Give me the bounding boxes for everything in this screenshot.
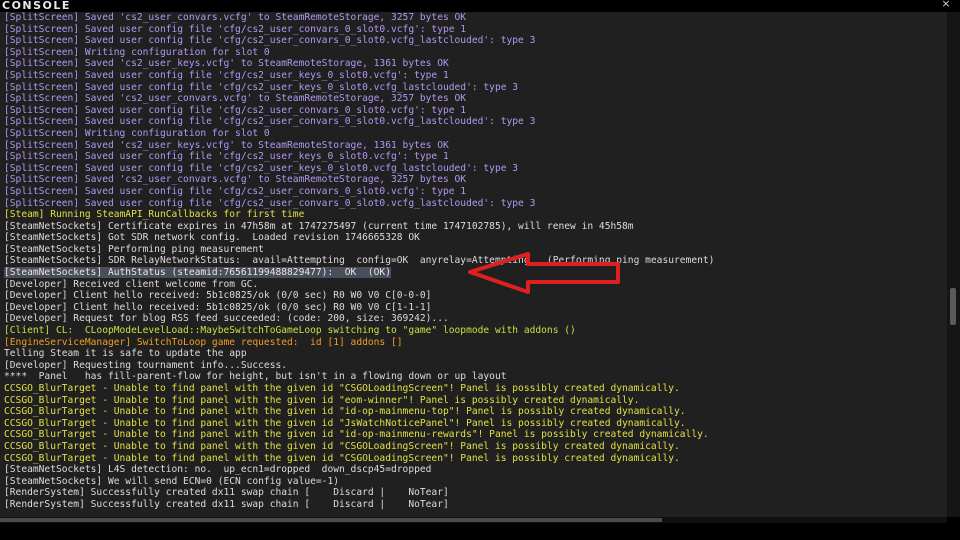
console-line: CCSGO_BlurTarget - Unable to find panel … xyxy=(4,383,680,394)
console-line: [SteamNetSockets] AuthStatus (steamid:76… xyxy=(4,267,947,279)
console-line: [SplitScreen] Saved user config file 'cf… xyxy=(4,185,467,197)
console-line: [SplitScreen] Saved user config file 'cf… xyxy=(4,81,519,93)
console-titlebar: CONSOLE × xyxy=(0,0,960,12)
console-line: [SplitScreen] Saved 'cs2_user_convars.vc… xyxy=(4,12,467,23)
console-line: [SplitScreen] Saved user config file 'cf… xyxy=(4,104,467,116)
console-line: CCSGO_BlurTarget - Unable to find panel … xyxy=(4,452,680,464)
console-line: [SplitScreen] Writing configuration for … xyxy=(4,46,270,58)
console-output[interactable]: [SplitScreen] Saved 'cs2_user_convars.vc… xyxy=(0,12,947,517)
console-line: [SteamNetSockets] Certificate expires in… xyxy=(4,220,634,232)
console-line: CCSGO_BlurTarget - Unable to find panel … xyxy=(4,417,686,429)
console-title: CONSOLE xyxy=(2,0,71,12)
console-line: [SteamNetSockets] Performing ping measur… xyxy=(4,243,264,255)
console-line: [Developer] Client hello received: 5b1c0… xyxy=(4,301,432,313)
console-line: [SteamNetSockets] We will send ECN=0 (EC… xyxy=(4,475,340,487)
console-line: [SplitScreen] Saved user config file 'cf… xyxy=(4,23,467,35)
console-line: [SplitScreen] Saved 'cs2_user_convars.vc… xyxy=(4,93,467,105)
console-bottom-bar xyxy=(0,523,960,540)
console-line: [SplitScreen] Saved 'cs2_user_keys.vcfg'… xyxy=(4,139,449,151)
console-line: [SplitScreen] Saved user config file 'cf… xyxy=(4,35,536,47)
console-line: [SplitScreen] Saved user config file 'cf… xyxy=(4,69,449,81)
console-line: [Developer] Received client welcome from… xyxy=(4,278,259,290)
console-line: [SplitScreen] Saved user config file 'cf… xyxy=(4,162,519,174)
horizontal-scrollbar-thumb[interactable] xyxy=(0,518,662,522)
console-line: [RenderSystem] Successfully created dx11… xyxy=(4,487,449,499)
console-line: [SplitScreen] Writing configuration for … xyxy=(4,127,270,139)
console-line: **** Panel has fill-parent-flow for heig… xyxy=(4,371,507,383)
console-line: [SplitScreen] Saved user config file 'cf… xyxy=(4,116,536,128)
console-line: [SplitScreen] Saved 'cs2_user_keys.vcfg'… xyxy=(4,58,449,70)
console-line: [SteamNetSockets] SDR RelayNetworkStatus… xyxy=(4,255,715,267)
console-line: [Developer] Requesting tournament info..… xyxy=(4,359,288,371)
highlighted-selection: [SteamNetSockets] AuthStatus (steamid:76… xyxy=(4,267,391,279)
console-line: [Client] CL: CLoopModeLevelLoad::MaybeSw… xyxy=(4,325,576,337)
console-line: CCSGO_BlurTarget - Unable to find panel … xyxy=(4,440,680,452)
vertical-scrollbar[interactable] xyxy=(947,12,960,517)
vertical-scrollbar-thumb[interactable] xyxy=(950,288,956,325)
console-line: CCSGO_BlurTarget - Unable to find panel … xyxy=(4,394,640,406)
console-line: [SteamNetSockets] L4S detection: no. up_… xyxy=(4,464,432,476)
console-line: [SplitScreen] Saved user config file 'cf… xyxy=(4,197,536,209)
console-line: [EngineServiceManager] SwitchToLoop game… xyxy=(4,336,403,348)
console-line: [SplitScreen] Saved 'cs2_user_convars.vc… xyxy=(4,174,467,186)
console-line: [RenderSystem] Successfully created dx11… xyxy=(4,498,449,510)
console-line: [SplitScreen] Saved user config file 'cf… xyxy=(4,151,449,163)
console-line: CCSGO_BlurTarget - Unable to find panel … xyxy=(4,406,686,418)
console-line: CCSGO_BlurTarget - Unable to find panel … xyxy=(4,429,709,441)
console-line: [Developer] Request for blog RSS feed su… xyxy=(4,313,449,325)
console-line: Telling Steam it is safe to update the a… xyxy=(4,348,247,360)
console-line: [Steam] Running SteamAPI_RunCallbacks fo… xyxy=(4,209,305,221)
console-line: [Developer] Client hello received: 5b1c0… xyxy=(4,290,432,302)
console-lines: [SplitScreen] Saved 'cs2_user_convars.vc… xyxy=(0,12,947,511)
close-icon[interactable]: × xyxy=(940,0,952,10)
console-line: [SteamNetSockets] Got SDR network config… xyxy=(4,232,420,244)
